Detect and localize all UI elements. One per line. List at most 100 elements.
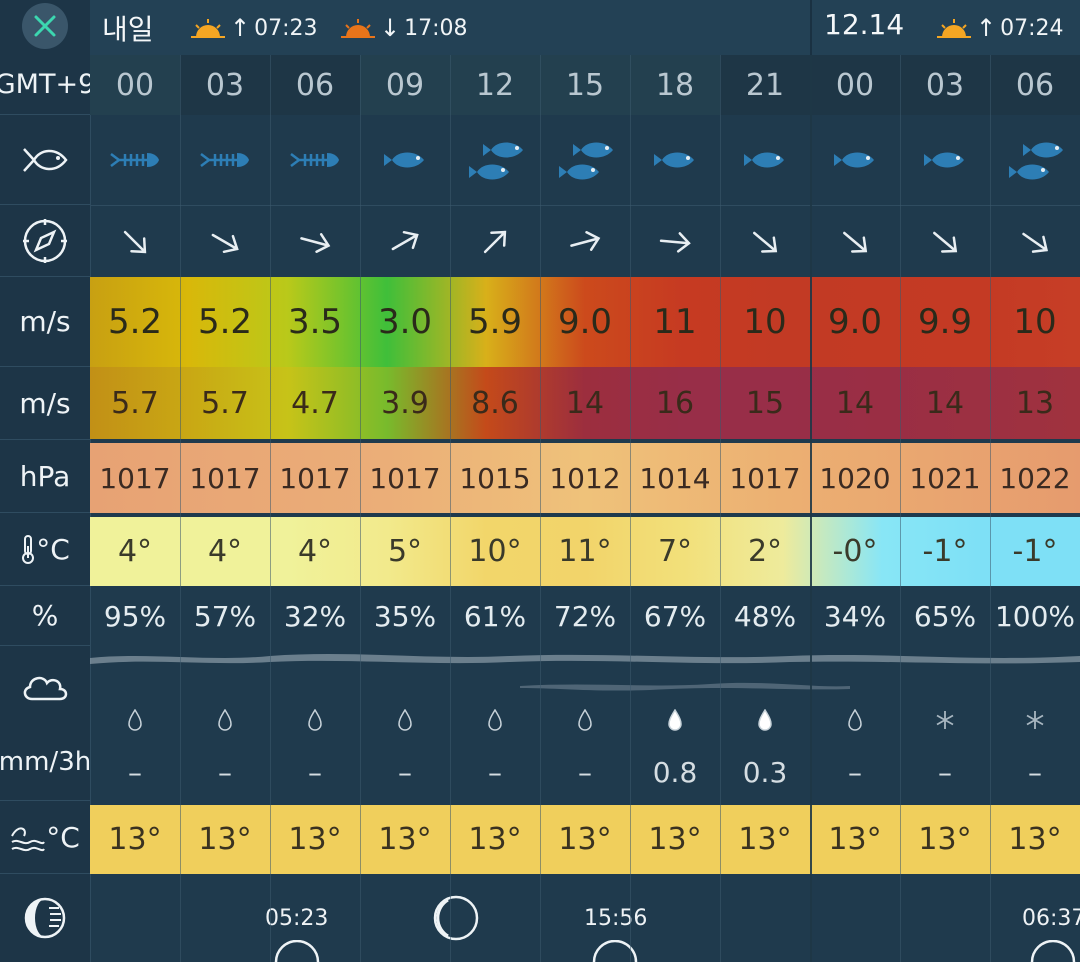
water-temperature-cell: 13°	[198, 822, 252, 857]
wind-arrow-icon	[659, 232, 691, 253]
water-temperature-cell: 13°	[378, 822, 432, 857]
temperature-row: 4° 4° 4° 5° 10° 11° 7° 2° -0° -1° -1°	[90, 517, 1080, 586]
wind-speed-row: 5.2 5.2 3.5 3.0 5.9 9.0 11 10 9.0 9.9 10	[90, 277, 1080, 367]
precipitation-cell: –	[900, 696, 990, 801]
precipitation-cell: –	[810, 696, 900, 801]
fish-bone-icon	[290, 153, 339, 167]
fish-activity-cell	[180, 115, 270, 205]
precipitation-unit: mm/3h	[0, 747, 92, 777]
moon-set-icon	[592, 940, 638, 962]
grid-line	[540, 55, 541, 962]
water-temperature-cell: 13°	[558, 822, 612, 857]
close-button[interactable]	[22, 3, 68, 49]
thermometer-icon	[22, 535, 35, 564]
wave-icon	[11, 827, 46, 852]
wind-gust-cell: 14	[565, 385, 605, 421]
humidity-cell: 32%	[283, 599, 347, 633]
wind-arrow-icon	[300, 233, 331, 253]
wind-gust-cell: 5.7	[201, 385, 249, 421]
hour-cell: 00	[115, 67, 155, 103]
hour-row: 00 03 06 09 12 15 18 21 00 03 06	[90, 55, 1080, 115]
hour-cell: 09	[385, 67, 425, 103]
water-temperature-cell: 13°	[918, 822, 972, 857]
wind-gust-unit: m/s	[0, 367, 90, 440]
wind-direction-label	[0, 205, 90, 277]
raindrop-icon	[578, 708, 592, 731]
snowflake-icon	[936, 710, 954, 729]
humidity-cell: 35%	[373, 599, 437, 633]
wind-arrow-icon	[391, 230, 419, 251]
next-date: 12.14	[824, 8, 905, 41]
grid-line	[630, 55, 631, 962]
fish-bone-icon	[110, 153, 159, 167]
humidity-cell: 48%	[733, 599, 797, 633]
raindrop-icon	[848, 708, 862, 731]
precipitation-row: – – – – – – 0.8 0.3 – – –	[90, 696, 1080, 801]
pressure-cell: 1015	[459, 461, 531, 495]
precipitation-value: –	[308, 755, 322, 789]
wind-speed-cell: 3.5	[287, 302, 343, 342]
precipitation-label: mm/3h	[0, 646, 92, 801]
precipitation-cell: –	[270, 696, 360, 801]
wind-arrow-icon	[843, 231, 868, 253]
precipitation-value: –	[1028, 755, 1042, 789]
precipitation-value: –	[398, 755, 412, 789]
temperature-cell: 10°	[468, 534, 522, 569]
precipitation-cell: –	[180, 696, 270, 801]
cloud-icon	[23, 676, 68, 701]
wind-direction-cell	[990, 206, 1080, 278]
temperature-cell: 11°	[558, 534, 612, 569]
wind-speed-cell: 11	[653, 302, 697, 342]
water-temperature-cell: 13°	[648, 822, 702, 857]
grid-line	[720, 55, 721, 962]
temperature-cell: -1°	[922, 534, 968, 569]
fish-activity-cell	[990, 115, 1080, 205]
water-temperature-unit: °C	[46, 820, 80, 854]
precipitation-value: 0.3	[742, 755, 788, 789]
humidity-cell: 65%	[913, 599, 977, 633]
close-icon	[34, 15, 56, 37]
moon-time-3: 06:37	[1022, 906, 1080, 931]
moon-time-2: 15:56	[584, 906, 648, 931]
wind-direction-cell	[540, 206, 630, 278]
wind-direction-cell	[450, 206, 540, 278]
pressure-cell: 1017	[99, 461, 171, 495]
temperature-cell: 4°	[117, 534, 153, 569]
wind-arrow-icon	[483, 230, 507, 254]
wind-arrow-icon	[123, 230, 147, 254]
water-temperature-row: 13° 13° 13° 13° 13° 13° 13° 13° 13° 13° 13°	[90, 805, 1080, 874]
precipitation-cell: 0.8	[630, 696, 720, 801]
precipitation-cell: 0.3	[720, 696, 810, 801]
grid-line	[180, 55, 181, 962]
water-temperature-cell: 13°	[108, 822, 162, 857]
hour-cell: 21	[720, 55, 810, 115]
wind-speed-cell: 10	[1013, 302, 1057, 342]
water-temperature-cell: 13°	[738, 822, 792, 857]
precipitation-value: –	[218, 755, 232, 789]
compass-icon	[23, 218, 67, 263]
hour-cell: 12	[475, 67, 515, 103]
pressure-cell: 1017	[279, 461, 351, 495]
sidebar: GMT+9 m/s m/s hPa °C % mm/3h °C	[0, 0, 95, 962]
fish-activity-row	[90, 115, 1080, 205]
wind-gust-cell: 14	[925, 385, 965, 421]
wind-speed-cell: 9.0	[827, 302, 883, 342]
wind-gust-cell: 14	[835, 385, 875, 421]
humidity-cell: 67%	[643, 599, 707, 633]
fish-activity-cell	[270, 115, 360, 205]
fish-activity-cell	[90, 115, 180, 205]
sunrise-icon	[937, 19, 971, 38]
water-temperature-cell: 13°	[828, 822, 882, 857]
fish-icon	[744, 152, 784, 168]
wind-speed-cell: 9.0	[557, 302, 613, 342]
wind-speed-cell: 5.2	[197, 302, 253, 342]
fish-activity-cell	[450, 115, 540, 205]
fish-icon	[23, 147, 68, 172]
wind-gust-cell: 16	[655, 385, 695, 421]
fish-activity-cell	[720, 115, 810, 205]
sunrise-time-2: 07:24	[1000, 15, 1064, 41]
wind-gust-cell: 5.7	[111, 385, 159, 421]
hour-cell: 00	[810, 55, 900, 115]
hour-cell: 03	[180, 55, 270, 115]
wind-speed-cell: 10	[743, 302, 787, 342]
